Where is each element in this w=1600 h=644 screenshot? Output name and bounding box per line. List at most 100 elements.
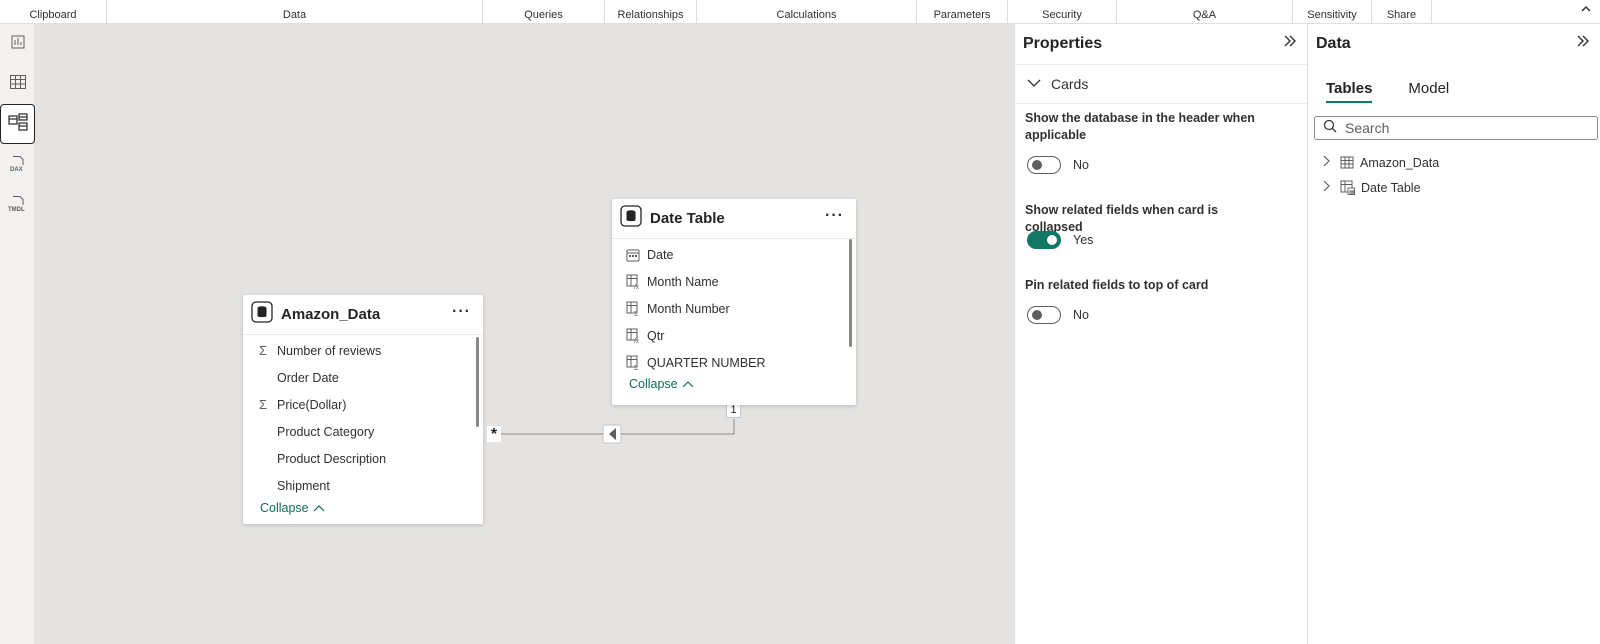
field-qtr[interactable]: fx Qtr bbox=[612, 322, 856, 349]
collapse-data-pane-icon[interactable] bbox=[1576, 34, 1590, 53]
blank-field-icon bbox=[255, 451, 271, 467]
toggle-state: No bbox=[1073, 158, 1089, 172]
table-card-amazon-data[interactable]: Amazon_Data ··· Σ Number of reviews Orde… bbox=[243, 295, 483, 524]
field-label: Order Date bbox=[277, 370, 339, 385]
table-view-icon bbox=[9, 74, 27, 95]
field-label: Month Name bbox=[647, 274, 719, 289]
collapse-ribbon-icon[interactable] bbox=[1580, 2, 1592, 18]
dax-query-view-icon: DAX bbox=[9, 155, 27, 178]
prop-label-pin-related: Pin related fields to top of card bbox=[1025, 278, 1209, 292]
field-quarter-number[interactable]: Σ QUARTER NUMBER bbox=[612, 349, 856, 376]
ribbon-group-relationships: Relationships bbox=[605, 0, 697, 23]
table-card-date-table[interactable]: Date Table ··· Date fx Month Name Σ Mont bbox=[612, 199, 856, 405]
toggle-state: Yes bbox=[1073, 233, 1094, 247]
ribbon-group-security: Security bbox=[1008, 0, 1117, 23]
collapse-button[interactable]: Collapse bbox=[243, 501, 483, 515]
sigma-icon: Σ bbox=[258, 397, 268, 412]
field-month-number[interactable]: Σ Month Number bbox=[612, 295, 856, 322]
chevron-up-icon bbox=[682, 377, 694, 391]
toggle-switch[interactable] bbox=[1027, 231, 1061, 249]
tree-item-amazon-data[interactable]: Amazon_Data bbox=[1322, 155, 1439, 170]
dax-query-view-button[interactable]: DAX bbox=[0, 146, 35, 186]
section-cards[interactable]: Cards bbox=[1015, 64, 1307, 104]
card-header[interactable]: Date Table ··· bbox=[612, 199, 856, 239]
tmdl-view-button[interactable]: TMDL bbox=[0, 186, 35, 226]
chevron-down-icon bbox=[1027, 75, 1041, 93]
field-label: QUARTER NUMBER bbox=[647, 355, 766, 370]
collapse-button[interactable]: Collapse bbox=[612, 377, 856, 391]
field-price-dollar[interactable]: Σ Price(Dollar) bbox=[243, 391, 483, 418]
field-label: Month Number bbox=[647, 301, 730, 316]
calculated-column-icon: Σ bbox=[625, 355, 641, 371]
more-options-button[interactable]: ··· bbox=[825, 207, 844, 225]
search-box[interactable] bbox=[1314, 116, 1598, 140]
ribbon-group-parameters: Parameters bbox=[917, 0, 1008, 23]
toggle-show-related[interactable]: Yes bbox=[1027, 231, 1093, 249]
field-label: Date bbox=[647, 247, 674, 262]
field-label: Shipment bbox=[277, 478, 330, 493]
svg-text:fx: fx bbox=[634, 337, 640, 343]
card-scrollbar[interactable] bbox=[476, 337, 479, 427]
svg-text:▦: ▦ bbox=[1349, 190, 1355, 195]
svg-text:DAX: DAX bbox=[10, 167, 23, 173]
chevron-right-icon[interactable] bbox=[1322, 180, 1334, 195]
field-shipment[interactable]: Shipment bbox=[243, 472, 483, 499]
tab-tables[interactable]: Tables bbox=[1326, 80, 1373, 103]
model-view-button[interactable] bbox=[0, 104, 35, 144]
tree-item-label: Date Table bbox=[1361, 180, 1421, 195]
field-product-category[interactable]: Product Category bbox=[243, 418, 483, 445]
calculated-column-icon: fx bbox=[625, 274, 641, 290]
ribbon-group-queries: Queries bbox=[483, 0, 605, 23]
chevron-right-icon[interactable] bbox=[1322, 155, 1334, 170]
ribbon-group-clipboard: Clipboard bbox=[0, 0, 107, 23]
properties-title: Properties bbox=[1023, 35, 1103, 52]
blank-field-icon bbox=[255, 424, 271, 440]
ribbon-group-labels: Clipboard Data Queries Relationships Cal… bbox=[0, 0, 1600, 24]
calculated-column-icon: fx bbox=[625, 328, 641, 344]
database-icon bbox=[620, 205, 642, 232]
toggle-switch[interactable] bbox=[1027, 156, 1061, 174]
data-pane-title: Data bbox=[1316, 35, 1351, 52]
collapse-label: Collapse bbox=[260, 501, 309, 515]
model-view-icon bbox=[7, 112, 28, 136]
cardinality-one-label: 1 bbox=[726, 403, 741, 418]
toggle-state: No bbox=[1073, 308, 1089, 322]
prop-label-show-database: Show the database in the header when app… bbox=[1025, 111, 1255, 142]
chevron-up-icon bbox=[313, 501, 325, 515]
report-view-button[interactable] bbox=[0, 24, 35, 64]
toggle-pin-related[interactable]: No bbox=[1027, 306, 1089, 324]
ribbon-group-share: Share bbox=[1372, 0, 1432, 23]
ribbon-group-sensitivity: Sensitivity bbox=[1293, 0, 1372, 23]
tmdl-view-icon: TMDL bbox=[8, 195, 28, 218]
table-icon bbox=[1340, 156, 1354, 169]
field-number-of-reviews[interactable]: Σ Number of reviews bbox=[243, 337, 483, 364]
calendar-icon bbox=[625, 247, 641, 263]
field-date[interactable]: Date bbox=[612, 241, 856, 268]
blank-field-icon bbox=[255, 478, 271, 494]
collapse-properties-icon[interactable] bbox=[1283, 34, 1297, 53]
view-switcher-rail: DAX TMDL bbox=[0, 24, 35, 644]
search-input[interactable] bbox=[1345, 120, 1575, 136]
collapse-label: Collapse bbox=[629, 377, 678, 391]
report-view-icon bbox=[10, 34, 26, 55]
field-order-date[interactable]: Order Date bbox=[243, 364, 483, 391]
more-options-button[interactable]: ··· bbox=[452, 303, 471, 321]
blank-field-icon bbox=[255, 370, 271, 386]
section-label: Cards bbox=[1051, 76, 1089, 92]
model-canvas[interactable]: * 1 Amazon_Data ··· Σ Number of reviews … bbox=[35, 24, 1014, 644]
relationship-line[interactable] bbox=[35, 24, 1014, 644]
card-header[interactable]: Amazon_Data ··· bbox=[243, 295, 483, 335]
field-label: Product Description bbox=[277, 451, 387, 466]
toggle-show-database[interactable]: No bbox=[1027, 156, 1089, 174]
data-pane-tabs: Tables Model bbox=[1326, 80, 1449, 103]
database-icon bbox=[251, 301, 273, 328]
tree-item-date-table[interactable]: ▦ Date Table bbox=[1322, 180, 1421, 195]
svg-text:Σ: Σ bbox=[634, 310, 638, 316]
card-scrollbar[interactable] bbox=[849, 239, 852, 347]
table-view-button[interactable] bbox=[0, 64, 35, 104]
svg-text:Σ: Σ bbox=[634, 364, 638, 370]
field-month-name[interactable]: fx Month Name bbox=[612, 268, 856, 295]
tab-model[interactable]: Model bbox=[1408, 80, 1449, 103]
field-product-description[interactable]: Product Description bbox=[243, 445, 483, 472]
toggle-switch[interactable] bbox=[1027, 306, 1061, 324]
